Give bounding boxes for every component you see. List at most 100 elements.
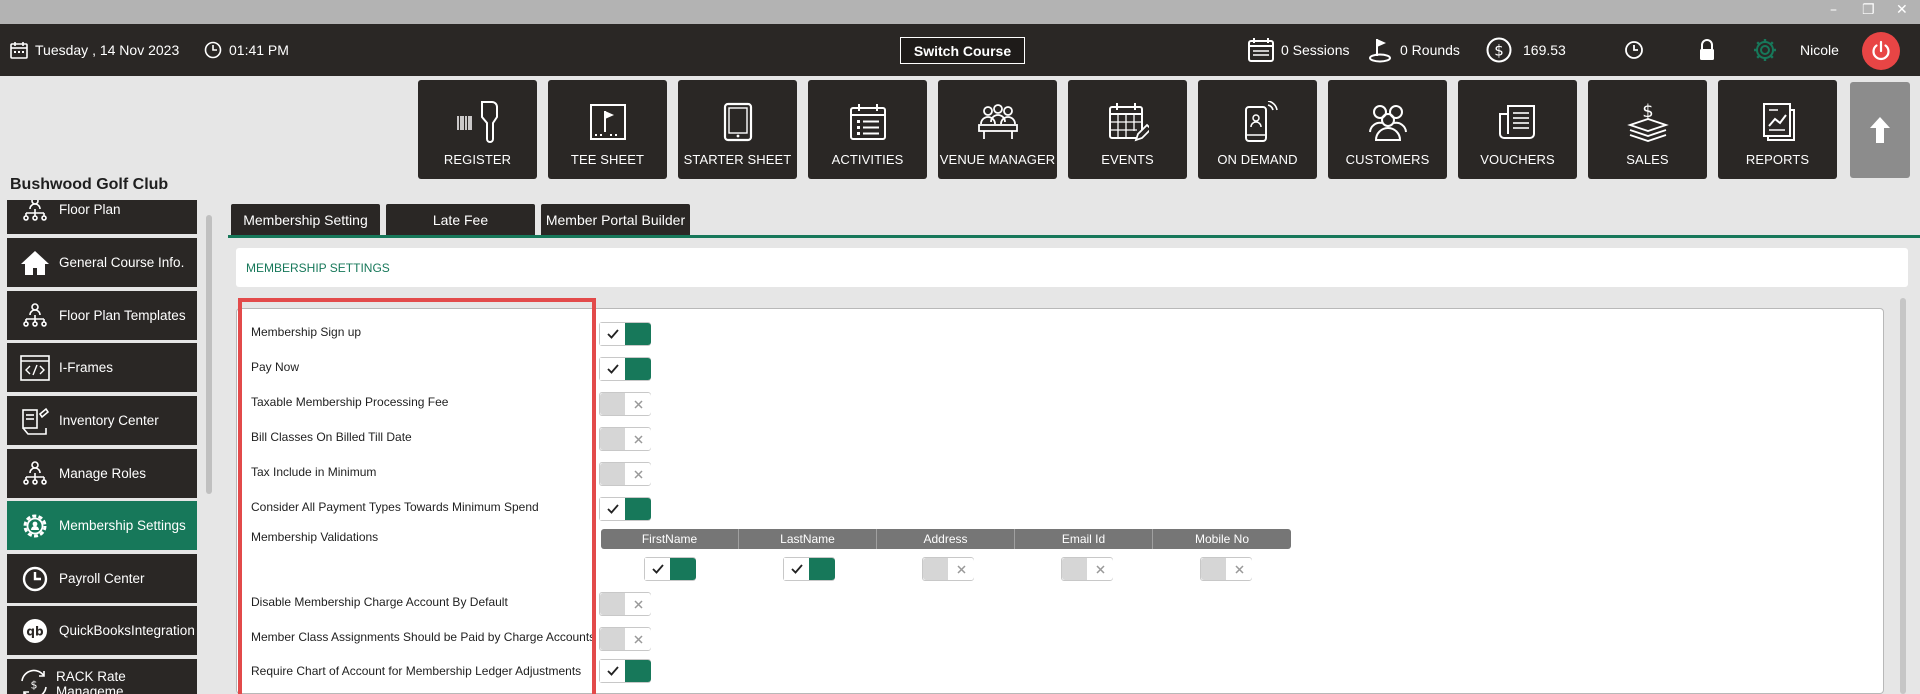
gear-icon bbox=[1754, 39, 1776, 61]
nav-tile-events[interactable]: EVENTS bbox=[1068, 80, 1187, 179]
toggle-membership-sign-up[interactable] bbox=[599, 322, 651, 346]
tab-membership-setting[interactable]: Membership Setting bbox=[231, 204, 380, 236]
balance-display[interactable]: $ 169.53 bbox=[1486, 24, 1566, 76]
toggle-validate-email-id[interactable] bbox=[1061, 557, 1113, 581]
toggle-disable-charge-account[interactable] bbox=[599, 592, 651, 616]
sidebar-item-quickbooks-integration[interactable]: qb QuickBooksIntegration bbox=[7, 606, 197, 655]
flag-board-icon bbox=[548, 100, 667, 144]
time-text: 01:41 PM bbox=[229, 42, 289, 58]
calendar-list-icon bbox=[808, 100, 927, 144]
clock-icon bbox=[204, 41, 222, 59]
toggle-member-class-assignments[interactable] bbox=[599, 627, 651, 651]
validations-col-lastname: LastName bbox=[739, 529, 877, 549]
svg-text:qb: qb bbox=[26, 624, 44, 638]
toggle-bill-classes[interactable] bbox=[599, 427, 651, 451]
calendar-icon bbox=[10, 42, 28, 59]
sidebar-scrollbar[interactable] bbox=[206, 215, 212, 494]
org-chart-icon bbox=[15, 454, 55, 494]
toggle-consider-all-payment-types[interactable] bbox=[599, 497, 651, 521]
sidebar-item-inventory-center[interactable]: Inventory Center bbox=[7, 396, 197, 445]
check-icon bbox=[607, 504, 619, 514]
nav-tile-label: REGISTER bbox=[443, 152, 512, 167]
nav-tile-activities[interactable]: ACTIVITIES bbox=[808, 80, 927, 179]
toggle-require-chart-of-account[interactable] bbox=[599, 659, 651, 683]
nav-tile-tee-sheet[interactable]: TEE SHEET bbox=[548, 80, 667, 179]
nav-tile-label: STARTER SHEET bbox=[683, 152, 792, 167]
user-name[interactable]: Nicole bbox=[1800, 24, 1839, 76]
sessions-display[interactable]: 0 Sessions bbox=[1248, 24, 1349, 76]
switch-course-button[interactable]: Switch Course bbox=[900, 37, 1025, 64]
sidebar-item-i-frames[interactable]: I-Frames bbox=[7, 343, 197, 392]
settings-button[interactable] bbox=[1752, 24, 1785, 76]
sidebar-item-rack-rate-management[interactable]: $ RACK Rate Manageme... bbox=[7, 659, 197, 694]
toggle-validate-lastname[interactable] bbox=[783, 557, 835, 581]
scroll-up-button[interactable] bbox=[1850, 82, 1910, 178]
sidebar-item-label: Inventory Center bbox=[59, 413, 159, 428]
sidebar-item-label: Floor Plan bbox=[59, 202, 121, 217]
nav-tile-on-demand[interactable]: ON DEMAND bbox=[1198, 80, 1317, 179]
tablet-icon bbox=[678, 100, 797, 144]
sessions-icon bbox=[1248, 38, 1274, 62]
sidebar-item-manage-roles[interactable]: Manage Roles bbox=[7, 449, 197, 498]
app-root: – ❐ ✕ Tuesday , 14 Nov 2023 01:41 PM Swi… bbox=[0, 0, 1920, 694]
date-display: Tuesday , 14 Nov 2023 bbox=[10, 24, 179, 76]
check-icon bbox=[791, 564, 803, 574]
svg-text:$: $ bbox=[1494, 42, 1504, 60]
sidebar-item-general-course-info[interactable]: General Course Info. bbox=[7, 238, 197, 287]
highlight-box bbox=[238, 298, 596, 694]
validations-col-mobile-no: Mobile No bbox=[1194, 532, 1250, 546]
sidebar-item-label: RACK Rate Manageme... bbox=[56, 668, 135, 694]
voucher-icon bbox=[1458, 100, 1577, 144]
date-text: Tuesday , 14 Nov 2023 bbox=[35, 42, 180, 58]
sidebar-item-floor-plan-templates[interactable]: Floor Plan Templates bbox=[7, 291, 197, 340]
check-icon bbox=[607, 666, 619, 676]
code-frame-icon bbox=[15, 348, 55, 388]
nav-tile-sales[interactable]: $ SALES bbox=[1588, 80, 1707, 179]
close-icon[interactable]: ✕ bbox=[1896, 2, 1908, 18]
tab-late-fee[interactable]: Late Fee bbox=[386, 204, 535, 236]
sidebar-item-payroll-center[interactable]: Payroll Center bbox=[7, 554, 197, 603]
org-chart-icon bbox=[15, 200, 55, 230]
x-icon bbox=[633, 434, 643, 444]
nav-tile-label: VENUE MANAGER bbox=[939, 152, 1056, 167]
lock-button[interactable] bbox=[1698, 24, 1723, 76]
history-button[interactable] bbox=[1624, 24, 1651, 76]
balance-text: 169.53 bbox=[1523, 42, 1566, 58]
content-scrollbar[interactable] bbox=[1900, 298, 1906, 694]
x-icon bbox=[1095, 564, 1105, 574]
sidebar-item-floor-plan[interactable]: Floor Plan bbox=[7, 200, 197, 234]
svg-text:$: $ bbox=[30, 678, 37, 691]
barcode-scanner-icon bbox=[418, 100, 537, 144]
x-icon bbox=[633, 469, 643, 479]
nav-tile-reports[interactable]: REPORTS bbox=[1718, 80, 1837, 179]
tab-underline bbox=[228, 235, 1920, 238]
toggle-validate-firstname[interactable] bbox=[644, 557, 696, 581]
tab-member-portal-builder[interactable]: Member Portal Builder bbox=[541, 204, 690, 236]
nav-tile-customers[interactable]: CUSTOMERS bbox=[1328, 80, 1447, 179]
nav-tile-register[interactable]: REGISTER bbox=[418, 80, 537, 179]
toggle-pay-now[interactable] bbox=[599, 357, 651, 381]
clock-icon bbox=[15, 559, 55, 599]
restore-icon[interactable]: ❐ bbox=[1862, 2, 1875, 18]
sidebar-item-label: Membership Settings bbox=[59, 518, 186, 533]
power-button[interactable] bbox=[1862, 32, 1900, 70]
gear-icon bbox=[15, 506, 55, 546]
toggle-validate-address[interactable] bbox=[922, 557, 974, 581]
golf-flag-icon bbox=[1369, 39, 1391, 63]
nav-tile-starter-sheet[interactable]: STARTER SHEET bbox=[678, 80, 797, 179]
toggle-tax-include-minimum[interactable] bbox=[599, 462, 651, 486]
toggle-validate-mobile-no[interactable] bbox=[1200, 557, 1252, 581]
toggle-taxable-processing-fee[interactable] bbox=[599, 392, 651, 416]
nav-tile-label: SALES bbox=[1626, 152, 1669, 167]
nav-tile-venue-manager[interactable]: VENUE MANAGER bbox=[938, 80, 1057, 179]
validations-col-address: Address bbox=[877, 529, 1015, 549]
x-icon bbox=[956, 564, 966, 574]
sidebar-item-membership-settings[interactable]: Membership Settings bbox=[7, 501, 197, 550]
sidebar-item-label: General Course Info. bbox=[59, 255, 185, 270]
sessions-text: 0 Sessions bbox=[1281, 42, 1350, 58]
nav-tile-vouchers[interactable]: VOUCHERS bbox=[1458, 80, 1577, 179]
minimize-icon[interactable]: – bbox=[1830, 2, 1837, 18]
rounds-display[interactable]: 0 Rounds bbox=[1367, 24, 1460, 76]
x-icon bbox=[633, 599, 643, 609]
power-icon bbox=[1872, 40, 1890, 61]
